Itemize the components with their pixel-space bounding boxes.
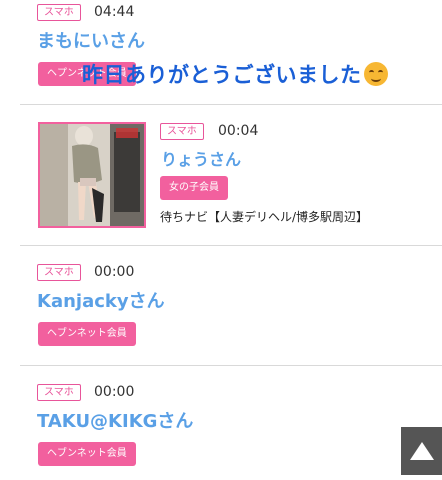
user-name-link[interactable]: TAKU@KIKGさん xyxy=(37,411,193,433)
device-badge: スマホ xyxy=(37,264,81,281)
user-name-link[interactable]: Kanjackyさん xyxy=(37,291,165,313)
device-badge: スマホ xyxy=(160,123,204,140)
user-name-link[interactable]: りょうさん xyxy=(161,149,241,171)
shop-name-link[interactable]: 待ちナビ【人妻デリヘル/博多駅周辺】 xyxy=(160,209,368,225)
comment-text: 昨日ありがとうございました xyxy=(82,63,362,87)
member-badge: ヘブンネット会員 xyxy=(38,442,136,466)
entry-time: 00:00 xyxy=(94,384,135,400)
user-name-link[interactable]: まもにいさん xyxy=(37,31,145,53)
girl-thumbnail[interactable] xyxy=(38,122,146,228)
entry-time: 04:44 xyxy=(94,4,135,20)
comment-message: 昨日ありがとうございました xyxy=(82,62,388,88)
divider xyxy=(20,104,442,105)
device-badge: スマホ xyxy=(37,4,81,21)
entry-time: 00:04 xyxy=(218,123,259,139)
divider xyxy=(20,365,442,366)
member-badge: 女の子会員 xyxy=(160,176,228,200)
thumbnail-photo xyxy=(40,124,144,226)
up-triangle-icon xyxy=(410,442,434,460)
member-badge: ヘブンネット会員 xyxy=(38,322,136,346)
device-badge: スマホ xyxy=(37,384,81,401)
entry-time: 00:00 xyxy=(94,264,135,280)
scroll-to-top-button[interactable] xyxy=(401,427,442,475)
smiling-face-icon xyxy=(363,62,388,86)
divider xyxy=(20,245,442,246)
